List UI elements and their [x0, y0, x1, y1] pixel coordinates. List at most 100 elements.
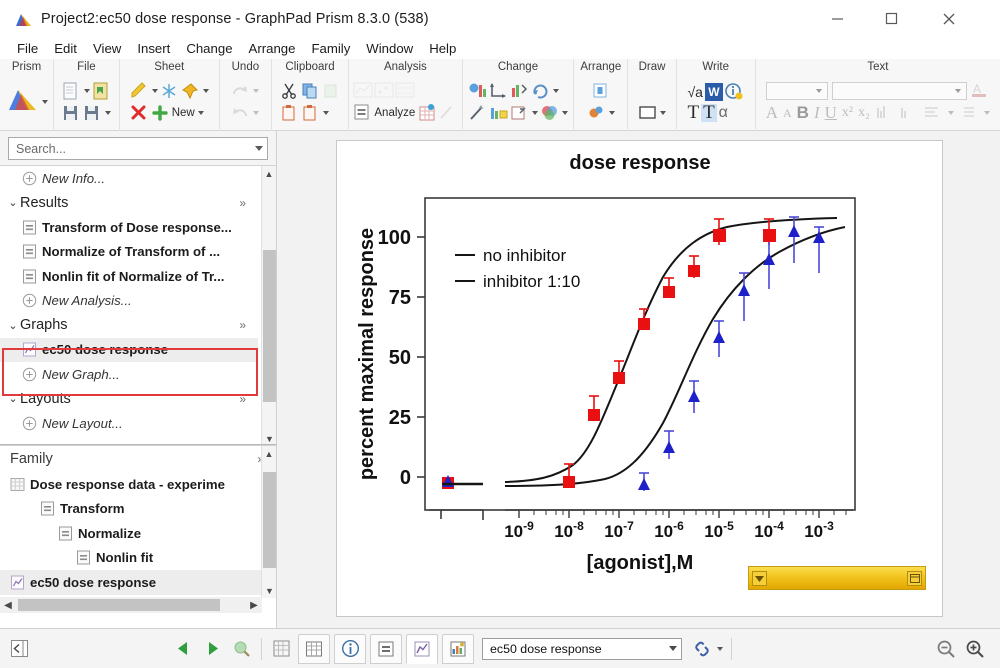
dropdown-swatch-icon[interactable] — [752, 571, 767, 586]
tree-item-new-info[interactable]: New Info... — [0, 166, 258, 191]
new-analysis-table-icon[interactable] — [417, 104, 436, 123]
arrange-layer-icon[interactable] — [591, 82, 610, 101]
graph-page[interactable]: 100 75 50 25 0 — [336, 140, 943, 617]
resize-graph-icon[interactable] — [510, 104, 529, 123]
save-icon[interactable] — [62, 104, 81, 123]
magic-color-bar[interactable] — [748, 566, 926, 590]
prism-home-icon[interactable] — [5, 85, 39, 119]
next-sheet-button[interactable] — [199, 635, 226, 662]
analyze-label[interactable]: Analyze — [374, 107, 415, 119]
collapse-navigator-icon[interactable] — [6, 635, 33, 662]
tree-item-nonlin-fit-of-normalize[interactable]: Nonlin fit of Normalize of Tr... — [0, 264, 258, 289]
family-item-normalize[interactable]: Normalize — [0, 521, 276, 546]
minimize-button[interactable] — [814, 0, 860, 37]
menu-insert[interactable]: Insert — [129, 40, 178, 57]
info-link-icon[interactable] — [725, 82, 744, 101]
cut-icon[interactable] — [280, 82, 299, 101]
window-icon[interactable] — [907, 571, 922, 586]
text-tool-icon[interactable]: T — [687, 104, 699, 122]
tree-section-layouts[interactable]: ⌄ Layouts » — [0, 387, 258, 412]
paste-icon[interactable] — [280, 104, 299, 123]
open-file-icon[interactable] — [92, 82, 111, 101]
greek-symbol-icon[interactable]: α — [719, 104, 728, 122]
zoom-in-icon[interactable] — [961, 635, 988, 662]
family-scrollbar[interactable]: ▲ ▼ — [261, 446, 276, 598]
word-icon[interactable]: W — [705, 83, 723, 101]
expand-more-icon[interactable]: » — [239, 196, 246, 210]
add-data-set-icon[interactable] — [489, 104, 508, 123]
family-hscrollbar[interactable]: ◀ ▶ — [0, 597, 262, 613]
paste-special-icon[interactable] — [301, 104, 320, 123]
expand-more-icon[interactable]: » — [239, 392, 246, 406]
family-item-transform[interactable]: Transform — [0, 497, 276, 522]
tab-info[interactable] — [334, 634, 366, 664]
tree-item-transform-of-dose-response[interactable]: Transform of Dose response... — [0, 215, 258, 240]
equation-icon[interactable]: √a — [687, 84, 702, 100]
change-axis-icon[interactable] — [489, 82, 508, 101]
maximize-button[interactable] — [868, 0, 914, 37]
hscrollbar-thumb[interactable] — [18, 599, 220, 611]
font-name-select[interactable] — [766, 82, 828, 100]
tree-item-new-analysis[interactable]: New Analysis... — [0, 289, 258, 314]
search-sheet-icon[interactable] — [228, 635, 255, 662]
menu-arrange[interactable]: Arrange — [241, 40, 304, 57]
menu-help[interactable]: Help — [421, 40, 464, 57]
tab-graph[interactable] — [406, 634, 438, 664]
tree-item-ec50-dose-response[interactable]: ec50 dose response — [0, 338, 258, 363]
navigator-scrollbar[interactable]: ▲ ▼ — [261, 166, 276, 445]
chevron-down-icon[interactable] — [669, 646, 677, 651]
change-graph-type-icon[interactable] — [468, 82, 487, 101]
scrollbar-thumb[interactable] — [263, 250, 276, 402]
tree-item-new-graph[interactable]: New Graph... — [0, 362, 258, 387]
tree-item-normalize-of-transform[interactable]: Normalize of Transform of ... — [0, 240, 258, 265]
new-file-icon[interactable] — [62, 82, 81, 101]
grid-sheet-icon[interactable] — [268, 635, 295, 662]
dose-response-graph[interactable]: 100 75 50 25 0 — [337, 141, 942, 616]
expand-more-icon[interactable]: » — [239, 318, 246, 332]
pin-sheet-icon[interactable] — [181, 82, 200, 101]
menu-edit[interactable]: Edit — [46, 40, 85, 57]
tab-data-table[interactable] — [298, 634, 330, 664]
arrange-group-icon[interactable] — [587, 104, 606, 123]
family-item-nonlin-fit[interactable]: Nonlin fit — [0, 546, 276, 571]
tab-results[interactable] — [370, 634, 402, 664]
scroll-up-icon[interactable]: ▲ — [262, 446, 276, 461]
tree-section-graphs[interactable]: ⌄ Graphs » — [0, 313, 258, 338]
scroll-down-icon[interactable]: ▼ — [262, 583, 276, 598]
tree-section-results[interactable]: ⌄ Results » — [0, 191, 258, 216]
draw-rectangle-icon[interactable] — [638, 104, 657, 123]
menu-window[interactable]: Window — [358, 40, 421, 57]
color-scheme-icon[interactable] — [540, 104, 559, 123]
chevron-down-icon[interactable]: ⌄ — [6, 319, 20, 332]
chevron-down-icon[interactable] — [255, 146, 263, 151]
new-sheet-icon[interactable] — [151, 104, 170, 123]
analyze-icon[interactable] — [353, 104, 372, 123]
scroll-left-icon[interactable]: ◀ — [0, 600, 16, 611]
close-button[interactable] — [926, 0, 972, 37]
text-box-tool-icon[interactable]: T — [701, 104, 717, 122]
new-sheet-label[interactable]: New — [172, 107, 195, 119]
font-size-select[interactable] — [832, 82, 967, 100]
refresh-icon[interactable] — [531, 82, 550, 101]
sheet-select[interactable]: ec50 dose response — [482, 638, 682, 660]
save-as-icon[interactable] — [83, 104, 102, 123]
family-item-dose-response-data[interactable]: Dose response data - experime — [0, 472, 276, 497]
menu-view[interactable]: View — [85, 40, 129, 57]
freeze-sheet-icon[interactable] — [160, 82, 179, 101]
menu-change[interactable]: Change — [178, 40, 240, 57]
tab-layout[interactable] — [442, 634, 474, 664]
copy-icon[interactable] — [301, 82, 320, 101]
search-input[interactable]: Search... — [8, 137, 268, 160]
delete-sheet-icon[interactable] — [130, 104, 149, 123]
chevron-down-icon[interactable]: ⌄ — [6, 392, 20, 405]
scroll-down-icon[interactable]: ▼ — [262, 431, 276, 445]
link-icon[interactable] — [688, 635, 715, 662]
tree-item-new-layout[interactable]: New Layout... — [0, 411, 258, 436]
scrollbar-thumb[interactable] — [263, 472, 276, 568]
chevron-down-icon[interactable]: ⌄ — [6, 196, 20, 209]
magic-icon[interactable] — [468, 104, 487, 123]
menu-file[interactable]: File — [9, 40, 46, 57]
rename-sheet-icon[interactable] — [130, 82, 149, 101]
previous-sheet-button[interactable] — [170, 635, 197, 662]
scroll-up-icon[interactable]: ▲ — [262, 166, 276, 181]
